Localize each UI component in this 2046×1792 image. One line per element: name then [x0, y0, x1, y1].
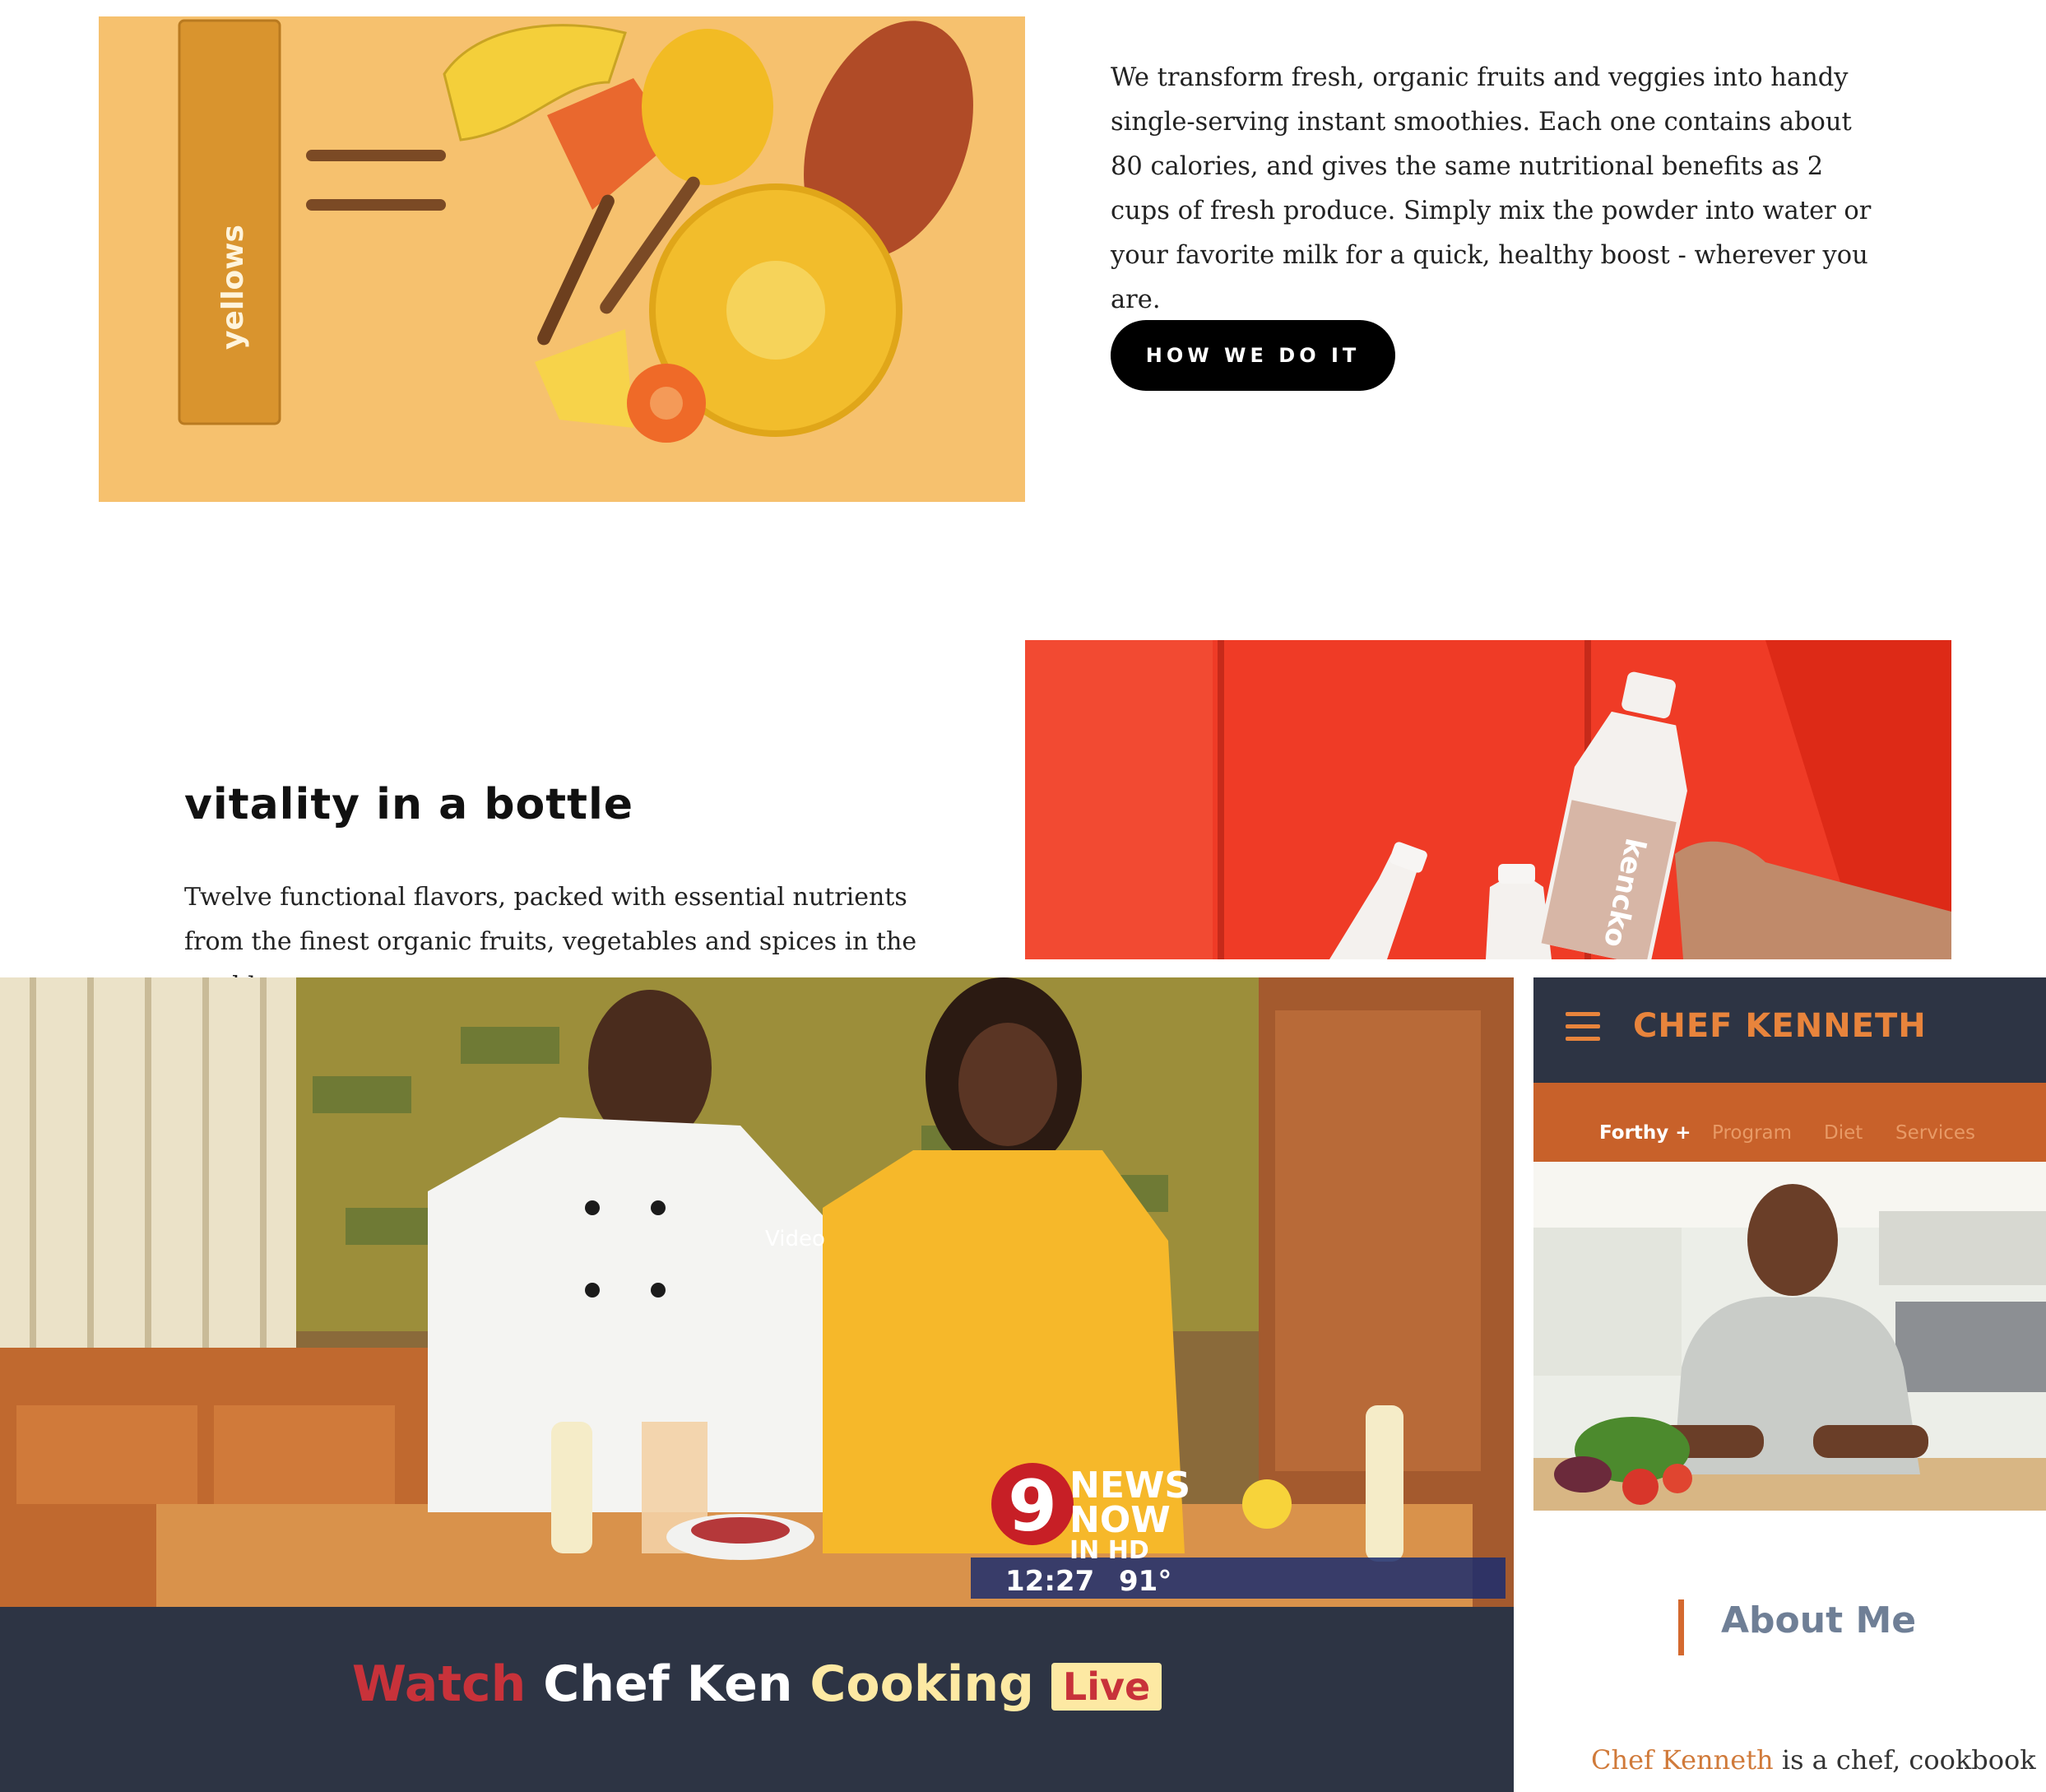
cooking-video-player[interactable]: 9 NEWS NOW IN HD 12:27 91° Video [0, 977, 1514, 1607]
site-brand[interactable]: CHEF KENNETH [1633, 1007, 1927, 1045]
hamburger-menu-icon[interactable] [1566, 1012, 1600, 1042]
chef-kenneth-photo [1533, 1162, 2046, 1511]
news-time: 12:27 [1005, 1565, 1094, 1598]
nav-item-program[interactable]: Program [1712, 1122, 1792, 1144]
cooking-word: Cooking [810, 1655, 1034, 1713]
vitality-heading: vitality in a bottle [184, 780, 634, 829]
packet-label: yellows [216, 225, 250, 350]
kencko-bottles-image: kencko [1025, 640, 1951, 959]
about-accent-bar [1678, 1599, 1684, 1655]
news-logo-line3: IN HD [1069, 1536, 1149, 1565]
smoothie-ingredients-image: yellows [99, 16, 1025, 502]
bio-rest: is a chef, cookbook [1773, 1744, 2036, 1776]
nav-item-forthy[interactable]: Forthy + [1599, 1122, 1691, 1144]
panel-gutter [1514, 977, 1533, 1792]
watch-live-heading: Watch Chef Ken Cooking Live [0, 1655, 1514, 1713]
intro-paragraph: We transform fresh, organic fruits and v… [1111, 63, 1872, 314]
chef-ken-word: Chef Ken [543, 1655, 793, 1713]
watch-word: Watch [351, 1655, 527, 1713]
video-overlay-label: Video [765, 1227, 825, 1251]
about-heading: About Me [1721, 1599, 1917, 1641]
news-logo-line2: NOW [1069, 1499, 1171, 1541]
bio-text: Chef Kenneth is a chef, cookbook [1591, 1744, 2036, 1776]
nav-item-diet[interactable]: Diet [1824, 1122, 1863, 1144]
news-logo-number: 9 [1008, 1465, 1057, 1548]
bio-name-link[interactable]: Chef Kenneth [1591, 1744, 1774, 1776]
nav-item-services[interactable]: Services [1895, 1122, 1975, 1144]
smoothie-packet [179, 21, 280, 424]
live-badge: Live [1051, 1663, 1162, 1711]
how-we-do-it-button[interactable]: HOW WE DO IT [1111, 320, 1395, 391]
news-temp: 91° [1119, 1565, 1171, 1598]
